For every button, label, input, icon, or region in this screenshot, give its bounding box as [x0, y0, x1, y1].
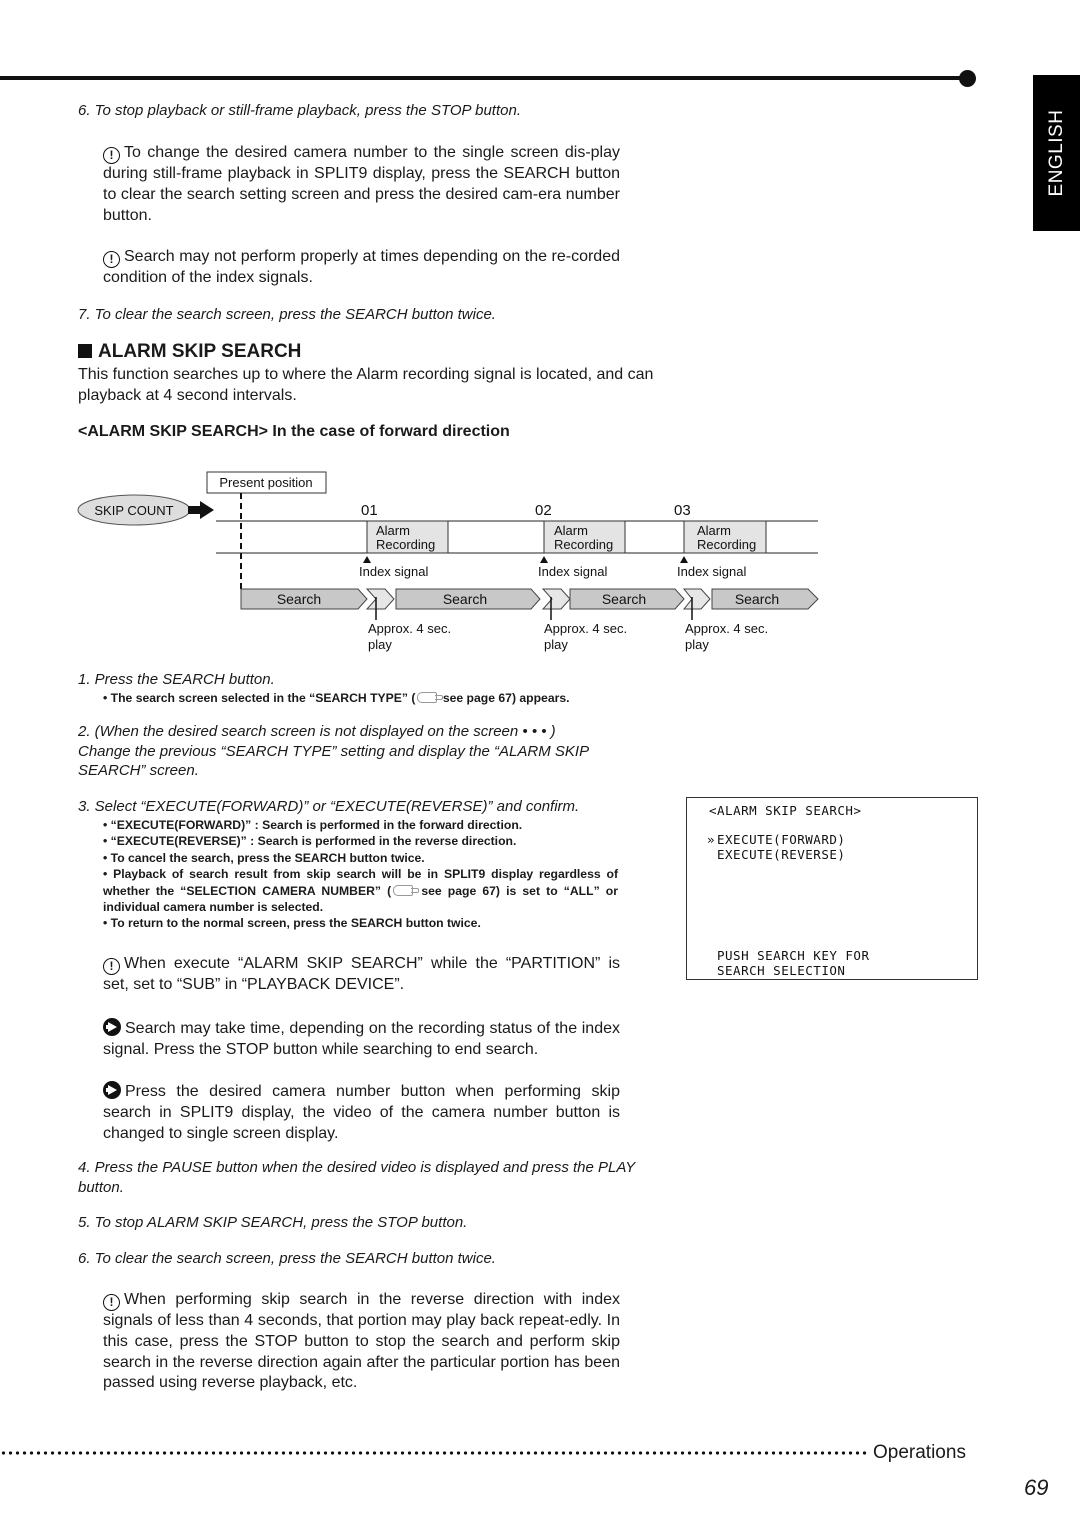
play-label: play	[368, 637, 392, 652]
diagram-subheading: <ALARM SKIP SEARCH> In the case of forwa…	[78, 423, 510, 440]
alarm-label: Alarm	[376, 523, 410, 538]
recording-label: Recording	[697, 537, 756, 552]
note-partition: ! When execute “ALARM SKIP SEARCH” while …	[103, 955, 620, 993]
recording-label: Recording	[376, 537, 435, 552]
play-segment-1	[365, 588, 395, 610]
note-text: Search may not perform properly at times…	[103, 248, 620, 286]
section-title: ALARM SKIP SEARCH	[78, 341, 301, 363]
search-label: Search	[602, 591, 646, 607]
bullet-cancel-search: • To cancel the search, press the SEARCH…	[103, 850, 425, 865]
step-3: 3. Select “EXECUTE(FORWARD)” or “EXECUTE…	[78, 798, 580, 815]
index-signal-label: Index signal	[538, 564, 607, 579]
reference-hand-icon	[393, 884, 420, 896]
language-tab: ENGLISH	[1033, 75, 1080, 231]
header-rule	[0, 76, 968, 80]
step-7-clear-screen: 7. To clear the search screen, press the…	[78, 306, 496, 323]
footer-dotted-leader	[0, 1451, 868, 1455]
play-label: play	[685, 637, 709, 652]
index-signal-label: Index signal	[677, 564, 746, 579]
step-1-bullet: • The search screen selected in the “SEA…	[103, 691, 570, 705]
step-2: 2. (When the desired search screen is no…	[78, 723, 589, 779]
caution-icon: !	[103, 958, 120, 975]
play-duration-label: Approx. 4 sec.	[544, 621, 627, 636]
step-6-stop-playback: 6. To stop playback or still-frame playb…	[78, 102, 521, 119]
play-duration-label: Approx. 4 sec.	[368, 621, 451, 636]
caution-icon: !	[103, 147, 120, 164]
osd-footer-line2: SEARCH SELECTION	[717, 963, 846, 978]
note-text: To change the desired camera number to t…	[103, 144, 620, 224]
play-segment-2	[541, 588, 571, 610]
index-signal-label: Index signal	[359, 564, 428, 579]
search-label: Search	[735, 591, 779, 607]
osd-option-reverse[interactable]: EXECUTE(REVERSE)	[717, 847, 845, 862]
alarm-label: Alarm	[697, 523, 731, 538]
note-split9-camera: Press the desired camera number button w…	[103, 1081, 620, 1142]
osd-alarm-skip-search-screen: <ALARM SKIP SEARCH> » EXECUTE(FORWARD) E…	[686, 797, 978, 980]
marker-01: 01 Alarm Recording Index signal Approx. …	[359, 502, 451, 652]
play-segment-3	[682, 588, 711, 610]
page-number: 69	[1024, 1475, 1049, 1500]
alarm-skip-diagram: Present position SKIP COUNT 01 Alarm Rec…	[77, 471, 819, 652]
arrow-icon	[103, 1081, 121, 1099]
index-signal-triangle-icon	[363, 556, 371, 563]
recording-label: Recording	[554, 537, 613, 552]
index-signal-triangle-icon	[540, 556, 548, 563]
marker-02: 02 Alarm Recording Index signal Approx. …	[535, 502, 627, 652]
section-title-text: ALARM SKIP SEARCH	[98, 341, 302, 362]
search-label: Search	[277, 591, 321, 607]
step-4: 4. Press the PAUSE button when the desir…	[78, 1159, 635, 1196]
square-bullet-icon	[78, 344, 92, 358]
alarm-label: Alarm	[554, 523, 588, 538]
index-signal-triangle-icon	[680, 556, 688, 563]
step-1: 1. Press the SEARCH button.	[78, 671, 275, 688]
skip-count-01: 01	[361, 502, 378, 519]
bullet-return-normal: • To return to the normal screen, press …	[103, 916, 481, 931]
reference-hand-icon	[417, 692, 444, 703]
note-change-camera: ! To change the desired camera number to …	[103, 143, 620, 226]
osd-option-forward[interactable]: EXECUTE(FORWARD)	[717, 832, 845, 847]
section-intro: This function searches up to where the A…	[78, 366, 654, 404]
caution-icon: !	[103, 251, 120, 268]
bullet-split9-playback: • Playback of search result from skip se…	[103, 867, 618, 915]
bullet-execute-forward: • “EXECUTE(FORWARD)” : Search is perform…	[103, 818, 523, 832]
marker-03: 03 Alarm Recording Index signal Approx. …	[674, 502, 768, 652]
play-label: play	[544, 637, 568, 652]
skip-count-03: 03	[674, 502, 691, 519]
footer-section-label: Operations	[873, 1442, 966, 1463]
arrow-icon	[103, 1018, 121, 1036]
bullet-execute-reverse: • “EXECUTE(REVERSE)” : Search is perform…	[103, 834, 517, 849]
play-duration-label: Approx. 4 sec.	[685, 621, 768, 636]
skip-count-02: 02	[535, 502, 552, 519]
step-3-bullets: • “EXECUTE(FORWARD)” : Search is perform…	[103, 817, 618, 932]
osd-title: <ALARM SKIP SEARCH>	[709, 803, 862, 818]
skip-count-label: SKIP COUNT	[94, 503, 173, 518]
note-index-signals: ! Search may not perform properly at time…	[103, 247, 620, 289]
caution-icon: !	[103, 1294, 120, 1311]
skip-count-arrow-icon	[188, 501, 214, 519]
step-6: 6. To clear the search screen, press the…	[78, 1250, 496, 1267]
note-reverse-direction: ! When performing skip search in the reve…	[103, 1291, 620, 1392]
search-label: Search	[443, 591, 487, 607]
note-search-time: Search may take time, depending on the r…	[103, 1018, 620, 1058]
language-tab-label: ENGLISH	[1045, 109, 1067, 197]
present-position-label: Present position	[219, 475, 312, 490]
osd-footer-line1: PUSH SEARCH KEY FOR	[717, 948, 870, 963]
step-5: 5. To stop ALARM SKIP SEARCH, press the …	[78, 1214, 468, 1231]
osd-cursor-icon: »	[707, 832, 716, 847]
header-rule-endpoint	[959, 70, 976, 87]
